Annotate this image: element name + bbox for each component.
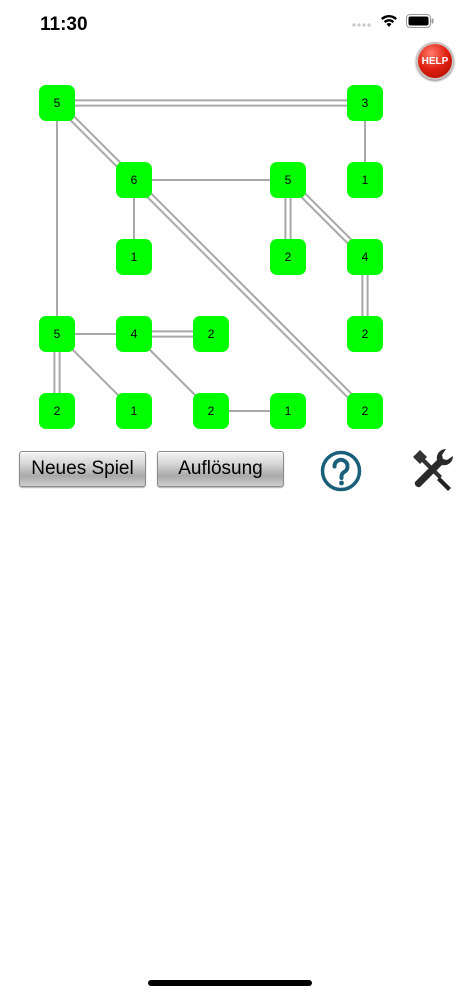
island[interactable]: 1 [347,162,383,198]
island[interactable]: 2 [347,316,383,352]
island-value: 5 [285,173,292,187]
new-game-button[interactable]: Neues Spiel [19,451,146,487]
new-game-label: Neues Spiel [31,458,134,479]
island-value: 5 [54,327,61,341]
island[interactable]: 2 [193,393,229,429]
island[interactable]: 5 [270,162,306,198]
island[interactable]: 4 [116,316,152,352]
wrench-screwdriver-icon[interactable] [410,446,456,492]
island-value: 2 [362,327,369,341]
island-value: 1 [362,173,369,187]
island[interactable]: 4 [347,239,383,275]
island-value: 2 [208,327,215,341]
puzzle-board[interactable]: 5 3 6 5 1 1 2 4 5 4 2 2 2 1 2 1 2 [0,0,460,440]
island[interactable]: 5 [39,85,75,121]
bridges-layer [53,99,369,414]
island-value: 5 [54,96,61,110]
island[interactable]: 2 [347,393,383,429]
island[interactable]: 2 [270,239,306,275]
home-indicator [148,980,312,986]
island[interactable]: 2 [39,393,75,429]
island[interactable]: 1 [116,239,152,275]
island[interactable]: 6 [116,162,152,198]
solve-button[interactable]: Auflösung [157,451,284,487]
island[interactable]: 1 [116,393,152,429]
island-value: 1 [131,404,138,418]
island[interactable]: 1 [270,393,306,429]
solve-label: Auflösung [178,458,263,479]
island-value: 2 [208,404,215,418]
question-circle-icon[interactable] [319,449,363,493]
bridge-line[interactable] [135,177,368,410]
island-value: 3 [362,96,369,110]
island-value: 4 [362,250,369,264]
island-value: 2 [285,250,292,264]
island-value: 2 [362,404,369,418]
islands-layer: 5 3 6 5 1 1 2 4 5 4 2 2 2 1 2 1 2 [39,85,383,429]
island-value: 6 [131,173,138,187]
island-value: 4 [131,327,138,341]
island-value: 2 [54,404,61,418]
island[interactable]: 5 [39,316,75,352]
island[interactable]: 2 [193,316,229,352]
island-value: 1 [285,404,292,418]
island[interactable]: 3 [347,85,383,121]
island-value: 1 [131,250,138,264]
